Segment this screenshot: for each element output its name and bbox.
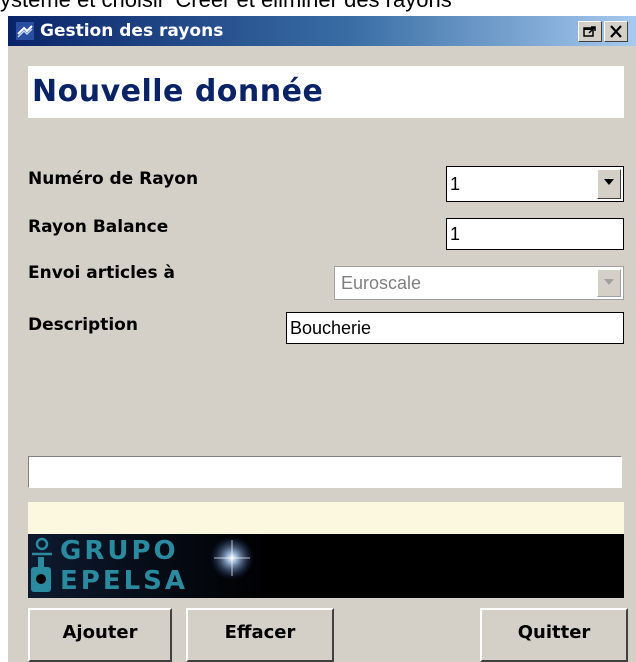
restore-button[interactable] [578, 21, 602, 42]
chevron-down-icon [604, 279, 614, 285]
description-input[interactable]: Boucherie [286, 312, 624, 344]
close-button[interactable] [604, 21, 628, 42]
banner-line1: GRUPO [60, 536, 179, 566]
form-title: Nouvelle donnée [32, 74, 324, 109]
form-header: Nouvelle donnée [28, 66, 624, 118]
app-icon [16, 22, 34, 40]
chevron-down-icon [604, 179, 614, 185]
envoi-articles-label: Envoi articles à [28, 263, 175, 283]
info-band [28, 502, 624, 534]
restore-icon [583, 26, 596, 37]
description-label: Description [28, 315, 138, 335]
close-icon [610, 25, 622, 38]
effacer-button[interactable]: Effacer [186, 608, 334, 662]
rayon-balance-input[interactable]: 1 [446, 218, 624, 250]
rayon-balance-value: 1 [450, 224, 461, 244]
envoi-articles-dropdown-button [597, 269, 621, 297]
numero-rayon-value: 1 [450, 174, 461, 194]
window-title: Gestion des rayons [40, 21, 224, 41]
description-value: Boucherie [290, 318, 372, 338]
page-caption: ystème et choisir 'Créer et éliminer des… [0, 0, 636, 12]
title-bar[interactable]: Gestion des rayons [8, 16, 636, 46]
envoi-articles-select: Euroscale [334, 266, 624, 300]
ajouter-button[interactable]: Ajouter [28, 608, 172, 662]
gestion-rayons-window: Gestion des rayons Nouvelle donnée Numér… [8, 16, 636, 662]
banner-line2: EPELSA [60, 566, 188, 596]
numero-rayon-select[interactable]: 1 [446, 166, 624, 202]
numero-rayon-dropdown-button[interactable] [597, 169, 621, 199]
rayon-balance-label: Rayon Balance [28, 217, 169, 237]
numero-rayon-label: Numéro de Rayon [28, 169, 199, 189]
status-field [28, 456, 622, 488]
grupo-epelsa-banner: GRUPO EPELSA [28, 534, 624, 598]
quitter-button[interactable]: Quitter [480, 608, 628, 662]
envoi-articles-value: Euroscale [341, 273, 422, 293]
